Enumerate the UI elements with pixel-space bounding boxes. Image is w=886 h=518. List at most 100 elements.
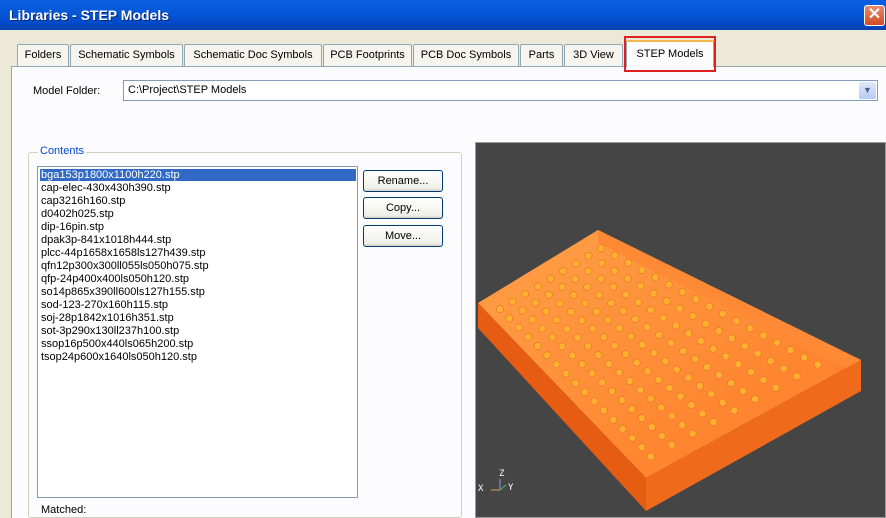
solder-ball: [609, 415, 618, 424]
solder-ball: [592, 307, 601, 316]
contents-list[interactable]: bga153p1800x1100h220.stp cap-elec-430x43…: [37, 166, 358, 498]
solder-ball: [643, 323, 652, 331]
solder-ball: [623, 274, 632, 283]
list-item[interactable]: tsop24p600x1640ls050h120.stp: [41, 351, 197, 363]
step-model-viewer[interactable]: [475, 142, 886, 518]
solder-ball: [759, 375, 768, 384]
list-item[interactable]: ssop16p500x440ls065h200.stp: [41, 338, 193, 350]
list-item[interactable]: sot-3p290x130ll237h100.stp: [41, 325, 179, 337]
copy-button[interactable]: Copy...: [363, 197, 443, 219]
list-item[interactable]: bga153p1800x1100h220.stp: [40, 169, 356, 181]
list-item[interactable]: soj-28p1842x1016h351.stp: [41, 312, 174, 324]
tab-schematic-symbols[interactable]: Schematic Symbols: [70, 44, 183, 66]
title-bar: Libraries - STEP Models ✕: [0, 0, 886, 30]
list-item[interactable]: cap3216h160.stp: [41, 195, 125, 207]
solder-ball: [659, 313, 668, 322]
solder-ball: [707, 390, 716, 398]
solder-ball: [684, 373, 693, 382]
solder-ball: [563, 324, 571, 333]
solder-ball: [688, 312, 697, 320]
solder-ball: [637, 443, 646, 452]
list-item[interactable]: sod-123-270x160h115.stp: [41, 299, 168, 311]
solder-ball: [615, 368, 624, 377]
model-folder-combo[interactable]: C:\Project\STEP Models ▼: [123, 80, 878, 101]
solder-ball: [626, 332, 635, 341]
solder-ball: [759, 331, 768, 340]
solder-ball: [703, 363, 711, 371]
solder-ball: [667, 441, 676, 449]
solder-ball: [709, 418, 718, 426]
solder-ball: [696, 337, 705, 345]
solder-ball: [604, 359, 613, 368]
list-item[interactable]: so14p865x390ll600ls127h155.stp: [41, 286, 205, 298]
tab-parts[interactable]: Parts: [520, 44, 563, 66]
window-title: Libraries - STEP Models: [9, 7, 170, 23]
solder-ball: [646, 394, 655, 403]
close-icon[interactable]: ✕: [864, 5, 885, 26]
solder-ball: [598, 378, 606, 387]
list-item[interactable]: dpak3p-841x1018h444.stp: [41, 234, 171, 246]
solder-ball: [643, 367, 652, 376]
solder-ball: [727, 334, 736, 343]
solder-ball: [610, 251, 619, 260]
tab-pcb-footprints[interactable]: PCB Footprints: [323, 44, 412, 66]
solder-ball: [621, 350, 630, 359]
solder-ball: [581, 299, 589, 308]
solder-ball: [508, 297, 517, 306]
tab-schematic-doc-symbols[interactable]: Schematic Doc Symbols: [184, 44, 322, 66]
tab-3d-view[interactable]: 3D View: [564, 44, 623, 66]
solder-ball: [655, 331, 663, 339]
solder-ball: [687, 401, 696, 409]
solder-ball: [571, 275, 580, 283]
tab-folders[interactable]: Folders: [17, 44, 69, 66]
solder-ball: [597, 259, 606, 268]
solder-ball: [649, 289, 658, 298]
move-button[interactable]: Move...: [363, 225, 443, 247]
list-item[interactable]: d0402h025.stp: [41, 208, 114, 220]
solder-ball: [590, 397, 599, 406]
solder-ball: [662, 297, 671, 305]
solder-ball: [657, 432, 666, 440]
solder-ball: [727, 379, 735, 387]
solder-ball: [709, 344, 718, 353]
solder-ball: [618, 396, 626, 405]
list-item[interactable]: qfn12p300x300ll055ls050h075.stp: [41, 260, 209, 272]
solder-ball: [678, 420, 686, 429]
solder-ball: [505, 314, 514, 323]
solder-ball: [676, 392, 685, 401]
solder-ball: [800, 353, 808, 362]
solder-ball: [595, 291, 604, 299]
solder-ball: [678, 287, 687, 296]
solder-ball: [531, 298, 540, 307]
solder-ball: [624, 258, 633, 267]
solder-ball: [740, 342, 749, 350]
solder-ball: [637, 266, 646, 274]
solder-ball: [705, 302, 714, 311]
solder-ball: [646, 452, 655, 461]
solder-ball: [675, 304, 684, 313]
solder-ball: [580, 388, 589, 396]
solder-ball: [786, 346, 795, 354]
solder-ball: [548, 333, 557, 342]
solder-ball: [654, 375, 663, 384]
list-item[interactable]: dip-16pin.stp: [41, 221, 104, 233]
solder-ball: [684, 329, 693, 338]
list-item[interactable]: plcc-44p1658x1658ls127h439.stp: [41, 247, 206, 259]
solder-ball: [636, 385, 645, 394]
solder-ball: [545, 290, 553, 299]
tab-pcb-doc-symbols[interactable]: PCB Doc Symbols: [413, 44, 519, 66]
solder-ball: [577, 316, 586, 325]
solder-ball: [649, 348, 658, 357]
solder-ball: [559, 267, 568, 276]
solder-ball: [721, 352, 730, 361]
solder-ball: [691, 355, 699, 363]
solder-ball: [715, 371, 723, 379]
solder-ball: [534, 282, 542, 291]
list-item[interactable]: qfp-24p400x400ls050h120.stp: [41, 273, 189, 285]
solder-ball: [771, 383, 780, 392]
rename-button[interactable]: Rename...: [363, 170, 443, 192]
solder-ball: [608, 387, 616, 396]
list-item[interactable]: cap-elec-430x430h390.stp: [41, 182, 171, 194]
solder-ball: [569, 291, 578, 300]
chevron-down-icon[interactable]: ▼: [859, 82, 876, 99]
